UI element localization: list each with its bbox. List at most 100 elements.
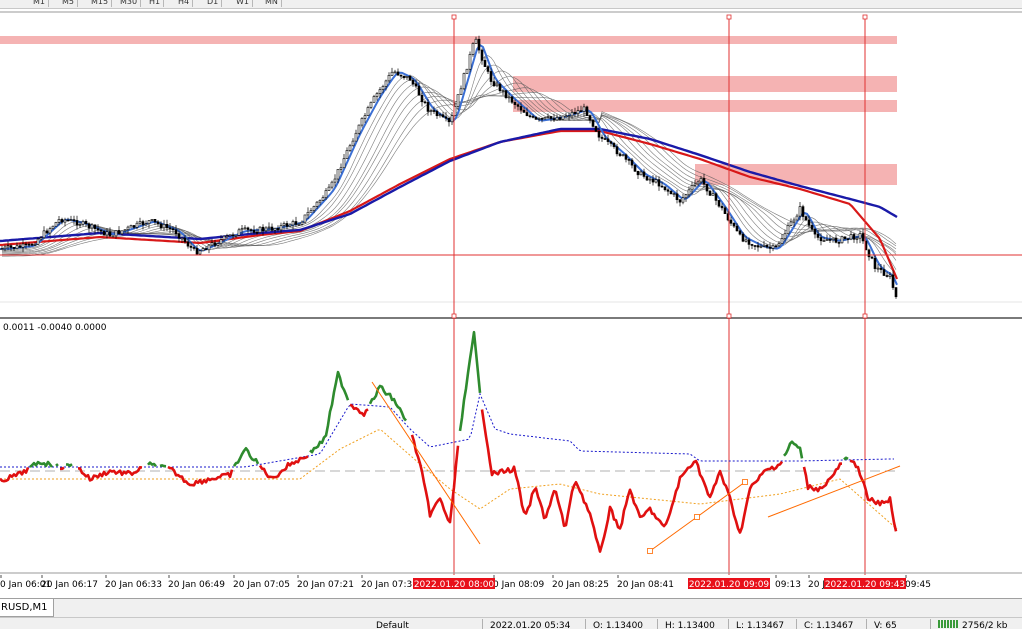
candle-body (639, 171, 643, 176)
candle-body (570, 111, 574, 117)
candle-body (843, 236, 847, 239)
candle-body (291, 221, 295, 226)
candle-body (132, 225, 136, 228)
timeframe-button-w1[interactable]: W1 (233, 0, 253, 7)
candle-body (531, 116, 535, 118)
candle-body (201, 248, 205, 252)
candle-body (591, 119, 595, 127)
candle-body (54, 222, 58, 227)
timeframe-button-h4[interactable]: H4 (175, 0, 194, 7)
time-axis-label: 09:45 (905, 580, 931, 590)
candle-body (573, 111, 577, 115)
candle-body (684, 194, 688, 199)
candle-body (60, 219, 64, 223)
candle-body (84, 221, 88, 224)
candle-body (18, 245, 22, 248)
candle-body (402, 75, 406, 79)
symbol-tab[interactable]: RUSD,M1 (0, 599, 55, 617)
candle-body (891, 274, 895, 288)
candle-body (312, 206, 316, 211)
candle-body (564, 115, 568, 118)
candle-body (189, 245, 193, 248)
candle-body (816, 233, 820, 238)
candle-body (633, 164, 637, 172)
candle-body (270, 226, 274, 231)
candle-body (537, 118, 541, 120)
candle-body (345, 150, 349, 159)
candle-body (852, 234, 856, 240)
chart-tab-bar: RUSD,M1 (0, 598, 1022, 617)
candle-body (174, 229, 178, 235)
line-handle (451, 313, 457, 319)
candle-body (525, 112, 529, 116)
candle-body (39, 237, 43, 240)
candle-body (675, 193, 679, 201)
candle-body (228, 234, 232, 237)
cursor-time-label: 2022.01.20 09:43 (825, 580, 905, 590)
oscillator-segment (368, 384, 407, 422)
candle-body (813, 228, 817, 235)
candle-body (732, 223, 736, 227)
timeframe-button-m15[interactable]: M15 (88, 0, 113, 7)
candle-body (165, 224, 169, 229)
candle-body (612, 143, 616, 147)
candle-body (96, 228, 100, 231)
candle-body (30, 243, 34, 246)
candle-body (636, 170, 640, 176)
timeframe-toolbar: M1 M5 M15 M30 H1 H4 D1 W1 MN (0, 0, 1022, 9)
line-handle (451, 14, 457, 20)
timeframe-button-m5[interactable]: M5 (59, 0, 78, 7)
timeframe-button-d1[interactable]: D1 (204, 0, 223, 7)
candle-body (429, 110, 433, 112)
candle-body (783, 233, 787, 239)
candle-body (786, 225, 790, 235)
candle-body (426, 102, 430, 112)
candle-body (510, 96, 514, 103)
candle-body (741, 233, 745, 242)
candle-body (645, 176, 649, 181)
oscillator-segment (29, 460, 54, 468)
time-axis-label: 20 Jan 06:49 (168, 580, 225, 590)
candle-body (129, 225, 133, 228)
oscillator-segment (167, 465, 234, 487)
candle-body (27, 243, 31, 246)
candle-body (207, 244, 211, 251)
candle-body (318, 200, 322, 203)
timeframe-button-m30[interactable]: M30 (117, 0, 142, 7)
candle-body (3, 246, 7, 250)
candle-body (285, 223, 289, 227)
candle-body (120, 230, 124, 235)
candle-body (870, 256, 874, 259)
candle-body (141, 221, 145, 226)
candle-body (801, 206, 805, 217)
candle-body (651, 178, 655, 183)
candle-body (438, 114, 442, 117)
candle-body (279, 225, 283, 231)
candle-body (303, 214, 307, 223)
candle-body (135, 222, 139, 228)
candle-body (558, 117, 562, 120)
candle-body (45, 230, 49, 234)
oscillator-segment (783, 440, 804, 459)
candle-body (372, 96, 376, 103)
supply-zone (513, 76, 897, 92)
candle-body (705, 183, 709, 192)
candle-body (819, 237, 823, 242)
price-chart[interactable]: 0 Jan 06:0120 Jan 06:17 20 Jan 06:33 20 Ja… (0, 9, 1022, 595)
cursor-time-label: 2022.01.20 09:09 (689, 580, 770, 590)
candle-body (630, 159, 634, 166)
candle-body (432, 110, 436, 112)
candle-body (882, 269, 886, 276)
candle-body (255, 232, 259, 234)
candle-body (6, 245, 10, 248)
candle-body (846, 238, 850, 240)
candle-body (471, 43, 475, 55)
time-axis-label: 20 Jan 07:21 (297, 580, 354, 590)
timeframe-button-m1[interactable]: M1 (30, 0, 49, 7)
candle-body (114, 230, 118, 237)
candle-body (162, 224, 166, 229)
candle-body (138, 221, 142, 224)
timeframe-button-h1[interactable]: H1 (146, 0, 165, 7)
oscillator-segment (802, 462, 843, 493)
timeframe-button-mn[interactable]: MN (262, 0, 282, 7)
